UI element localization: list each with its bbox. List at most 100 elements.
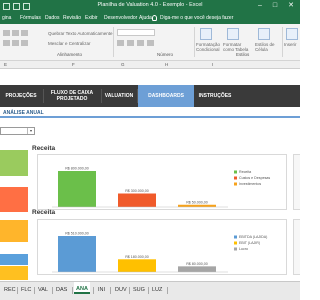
ribbon-separator [194, 27, 195, 57]
dashboard-nav: PROJEÇÕES FLUXO DE CAIXA PROJETADO VALUA… [0, 85, 300, 107]
bar-value-label: R$ 180.000,00 [125, 255, 149, 259]
cell-styles-icon[interactable] [258, 28, 270, 40]
sheet-tab-divider [72, 287, 73, 294]
kpi-tile-costs [0, 187, 28, 212]
nav-valuation[interactable]: VALUATION [102, 85, 136, 107]
sheet-tab-luz[interactable]: LUZ [152, 287, 162, 293]
bar-3 [178, 266, 216, 272]
ribbon-separator [282, 27, 283, 57]
profit-chart: R$ 510.000,00 R$ 180.000,00 R$ 80.000,00 EB… [37, 219, 287, 275]
legend-entry: Investimentos [239, 182, 261, 186]
menu-help[interactable]: Ajuda [139, 15, 152, 21]
orientation-icon[interactable] [21, 30, 28, 36]
currency-icon[interactable] [117, 40, 124, 46]
align-middle-icon[interactable] [12, 30, 19, 36]
close-button[interactable]: ✕ [285, 1, 297, 11]
bar-3 [178, 204, 216, 207]
bar-1 [58, 171, 96, 207]
menu-view[interactable]: Exibir [85, 15, 98, 21]
sheet-tab-das[interactable]: DAS [56, 287, 67, 293]
group-alignment-label: Alinhamento [57, 52, 83, 57]
maximize-button[interactable]: □ [269, 1, 281, 11]
align-center-icon[interactable] [12, 40, 19, 46]
sheet-tab-rec[interactable]: REC [4, 287, 16, 293]
column-header-g[interactable]: G [121, 62, 125, 67]
sheet-tab-divider [93, 287, 94, 294]
revenue-chart: R$ 800.000,00 R$ 300.000,00 R$ 50.000,00 Re… [37, 154, 287, 210]
bar-value-label: R$ 300.000,00 [125, 189, 149, 193]
sheet-tab-duv[interactable]: DUV [115, 287, 127, 293]
chevron-down-icon[interactable]: ▾ [27, 128, 34, 134]
title-bar: Planilha de Valuation 4.0 - Exemplo - Ex… [0, 0, 300, 13]
sheet-tab-sug[interactable]: SUG [133, 287, 145, 293]
insert-icon[interactable] [286, 28, 298, 40]
align-left-icon[interactable] [3, 40, 10, 46]
legend-swatch [234, 241, 237, 245]
nav-projecoes[interactable]: PROJEÇÕES [0, 85, 42, 107]
kpi-tile-revenue [0, 150, 28, 176]
align-top-icon[interactable] [3, 30, 10, 36]
sheet-tab-divider [34, 287, 35, 294]
legend-swatch [234, 247, 237, 251]
menu-data[interactable]: Dados [45, 15, 59, 21]
side-panel-edge [293, 219, 300, 275]
nav-fluxo-de-caixa[interactable]: FLUXO DE CAIXA PROJETADO [44, 85, 100, 107]
subtab-analise-anual[interactable]: ANÁLISE ANUAL [3, 110, 44, 116]
ribbon-tabs: gina Fórmulas Dados Revisão Exibir Desen… [0, 13, 300, 24]
decimal-icon[interactable] [147, 40, 154, 46]
merge-center-button[interactable]: Mesclar e Centralizar [48, 41, 91, 46]
sheet-tab-ana[interactable]: ANA [74, 282, 90, 294]
group-number-label: Número [157, 52, 174, 57]
sheet-tab-val[interactable]: VAL [38, 287, 48, 293]
group-styles-label: Estilos [236, 52, 250, 57]
menu-developer[interactable]: Desenvolvedor [104, 15, 137, 21]
sheet-tabs: REC FLC VAL DAS ANA INI DUV SUG LUZ [0, 281, 300, 300]
period-dropdown[interactable]: ▾ [0, 127, 35, 135]
bar-value-label: R$ 800.000,00 [65, 167, 89, 171]
menu-formulas[interactable]: Fórmulas [20, 15, 41, 21]
ribbon-separator [113, 27, 114, 57]
indent-icon[interactable] [21, 40, 28, 46]
legend-swatch [234, 176, 237, 180]
menu-review[interactable]: Revisão [63, 15, 81, 21]
conditional-format-button[interactable]: Formatação Condicional [196, 42, 222, 52]
legend-entry: Lucro [239, 247, 248, 251]
menu-page-layout[interactable]: gina [2, 15, 11, 21]
nav-instrucoes[interactable]: INSTRUÇÕES [196, 85, 234, 107]
column-header-i[interactable]: I [212, 62, 213, 67]
sheet-tab-ini[interactable]: INI [98, 287, 105, 293]
wrap-text-button[interactable]: Quebrar Texto Automaticamente [48, 31, 112, 36]
bar-value-label: R$ 80.000,00 [186, 262, 208, 266]
format-table-icon[interactable] [227, 28, 239, 40]
kpi-tile-ebit [0, 266, 28, 280]
tell-me-search[interactable]: Diga-me o que você deseja fazer [160, 15, 233, 21]
sheet-tab-flc[interactable]: FLC [21, 287, 31, 293]
legend-entry: EBITDA (LAJIDA) [239, 235, 267, 239]
format-as-table-button[interactable]: Formatar como Tabela [223, 42, 253, 52]
column-header-h[interactable]: H [165, 62, 168, 67]
number-format-dropdown[interactable] [117, 29, 155, 36]
chart-title: Receita [32, 209, 56, 216]
legend-entry: Receita [239, 170, 251, 174]
legend-swatch [234, 182, 237, 186]
nav-dashboards[interactable]: DASHBOARDS [138, 85, 194, 107]
side-panel-edge [293, 154, 300, 210]
column-header-f[interactable]: F [72, 62, 75, 67]
minimize-button[interactable]: – [254, 1, 266, 11]
insert-button[interactable]: Inserir [284, 42, 297, 47]
percent-icon[interactable] [127, 40, 134, 46]
column-header-e[interactable]: E [4, 62, 7, 67]
sheet-tab-divider [17, 287, 18, 294]
legend-entry: Custos e Despesas [239, 176, 270, 180]
kpi-tile-investments [0, 220, 28, 242]
sheet-tab-divider [52, 287, 53, 294]
lightbulb-icon [152, 15, 157, 21]
kpi-tile-ebitda [0, 254, 28, 265]
sheet-tab-divider [167, 287, 168, 294]
bar-1 [58, 236, 96, 272]
bar-value-label: R$ 510.000,00 [65, 232, 89, 236]
conditional-format-icon[interactable] [200, 28, 212, 40]
cell-styles-button[interactable]: Estilos de Célula [255, 42, 279, 52]
sheet-tab-divider [129, 287, 130, 294]
comma-style-icon[interactable] [137, 40, 144, 46]
